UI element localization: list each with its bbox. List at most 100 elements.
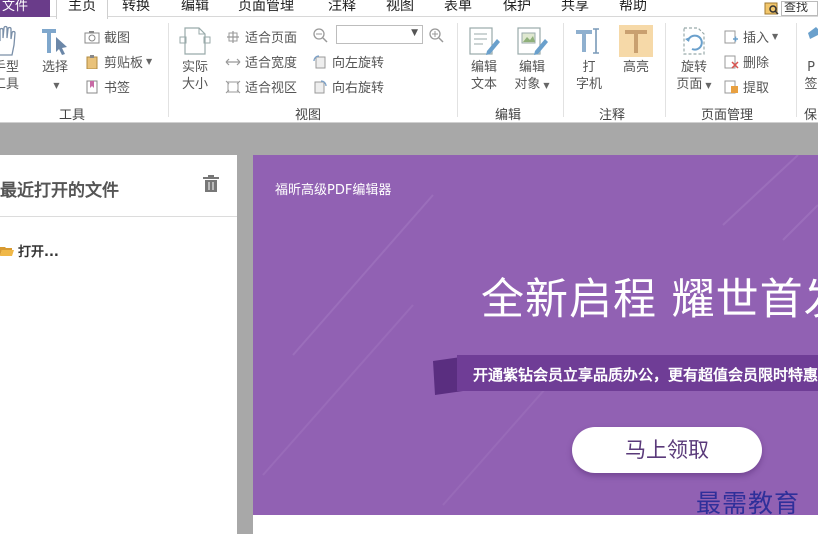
rotate-right-label: 向右旋转 <box>332 81 385 96</box>
select-tool-label: 选择 <box>41 60 68 75</box>
edit-group-divider <box>563 23 564 117</box>
edit-text-label: 编辑 文本 <box>470 60 497 92</box>
screenshot-button[interactable]: 截图 <box>84 27 130 46</box>
typewriter-button[interactable]: 打 字机 <box>572 25 606 93</box>
view-group-label: 视图 <box>294 108 321 123</box>
insert-page-dropdown-arrow[interactable]: ▼ <box>772 32 778 41</box>
banner-tagline: 开通紫钻会员立享品质办公，更有超值会员限时特惠 <box>473 366 818 384</box>
bookmark-button[interactable]: 书签 <box>84 77 130 96</box>
typewriter-label: 打 字机 <box>575 60 602 92</box>
extract-page-label: 提取 <box>743 81 770 96</box>
actual-size-label: 实际 大小 <box>181 60 208 92</box>
insert-page-icon <box>723 30 739 44</box>
extract-page-icon <box>723 80 739 94</box>
tab-home[interactable]: 主页 <box>56 0 108 19</box>
select-dropdown-arrow[interactable]: ▼ <box>53 81 59 90</box>
view-group-divider <box>457 23 458 117</box>
rotate-page-button[interactable]: 旋转 页面 ▼ <box>672 25 716 94</box>
recent-files-header: 最近打开的文件 <box>0 155 237 217</box>
file-menu-tab[interactable]: 文件 <box>0 0 50 17</box>
fit-visible-icon <box>225 80 241 94</box>
tab-protect[interactable]: 保护 <box>503 0 543 17</box>
fit-width-icon <box>225 55 241 69</box>
edit-object-button[interactable]: 编辑 对象 ▼ <box>510 25 554 94</box>
rotate-right-icon <box>312 79 328 94</box>
fit-visible-button[interactable]: 适合视区 <box>225 77 297 96</box>
pdf-sign-label: P 签 <box>804 60 818 92</box>
page-management-group-divider <box>796 23 797 117</box>
fit-page-label: 适合页面 <box>245 31 298 46</box>
open-file-label: 打开... <box>18 245 59 260</box>
search-box[interactable]: 查找 <box>763 0 818 17</box>
zoom-out-icon[interactable] <box>312 27 328 47</box>
promo-banner[interactable]: 福昕高级PDF编辑器 全新启程 耀世首发 开通紫钻会员立享品质办公，更有超值会员… <box>253 155 818 515</box>
fit-page-button[interactable]: 适合页面 <box>225 27 297 46</box>
clipboard-icon <box>84 54 100 69</box>
page-management-group-label: 页面管理 <box>700 108 753 123</box>
rotate-left-button[interactable]: 向左旋转 <box>312 52 384 71</box>
select-tool-button[interactable]: 选择 ▼ <box>38 25 72 94</box>
pdf-sign-icon <box>808 27 818 39</box>
fit-width-button[interactable]: 适合宽度 <box>225 52 297 71</box>
rotate-page-dropdown-arrow[interactable]: ▼ <box>705 81 711 90</box>
trash-icon[interactable] <box>202 175 220 193</box>
extract-page-button[interactable]: 提取 <box>723 77 769 96</box>
tab-form[interactable]: 表单 <box>444 0 484 17</box>
tab-view[interactable]: 视图 <box>386 0 426 17</box>
fit-visible-label: 适合视区 <box>245 81 298 96</box>
rotate-page-icon <box>683 27 705 55</box>
rotate-left-label: 向左旋转 <box>332 56 385 71</box>
claim-now-button[interactable]: 马上领取 <box>572 427 762 473</box>
zoom-level-select[interactable]: ▼ <box>336 25 423 44</box>
highlight-label: 高亮 <box>622 60 649 75</box>
actual-size-icon <box>179 27 211 55</box>
actual-size-button[interactable]: 实际 大小 <box>176 25 214 93</box>
rotate-right-button[interactable]: 向右旋转 <box>312 77 384 96</box>
insert-page-button[interactable]: 插入 ▼ <box>723 27 778 46</box>
search-icon[interactable] <box>763 1 781 16</box>
tab-edit[interactable]: 编辑 <box>181 0 221 17</box>
recent-files-panel: 最近打开的文件 打开... <box>0 155 237 534</box>
document-page: 福昕高级PDF编辑器 全新启程 耀世首发 开通紫钻会员立享品质办公，更有超值会员… <box>253 155 818 534</box>
zoom-dropdown-arrow[interactable]: ▼ <box>411 28 418 38</box>
delete-page-button[interactable]: 删除 <box>723 52 769 71</box>
tools-group-label: 工具 <box>58 108 85 123</box>
clipboard-label: 剪贴板 <box>104 56 144 71</box>
bookmark-icon <box>84 80 100 94</box>
edit-object-dropdown-arrow[interactable]: ▼ <box>543 81 549 90</box>
comment-group-label: 注释 <box>598 108 625 123</box>
search-field[interactable]: 查找 <box>781 1 818 16</box>
folder-open-icon <box>0 245 14 257</box>
banner-brand-name: 福昕高级PDF编辑器 <box>275 183 392 198</box>
tab-comment[interactable]: 注释 <box>328 0 368 17</box>
fit-width-label: 适合宽度 <box>245 56 298 71</box>
watermark-text: 最需教育 <box>696 489 801 518</box>
protect-group-label: 保 <box>804 108 818 123</box>
tab-convert[interactable]: 转换 <box>122 0 162 17</box>
bookmark-label: 书签 <box>104 81 131 96</box>
tab-help[interactable]: 帮助 <box>619 0 659 17</box>
typewriter-icon <box>576 28 599 54</box>
pdf-sign-button[interactable]: P 签 <box>804 25 818 93</box>
camera-icon <box>84 30 100 44</box>
clipboard-dropdown-arrow[interactable]: ▼ <box>146 57 152 66</box>
clipboard-button[interactable]: 剪贴板 ▼ <box>84 52 152 71</box>
highlight-button[interactable]: 高亮 <box>618 25 654 76</box>
hand-tool-button[interactable]: 手型 工具 <box>0 25 24 93</box>
highlight-icon <box>619 25 653 57</box>
open-file-item[interactable]: 打开... <box>0 241 59 260</box>
hand-tool-label: 手型 工具 <box>0 60 19 92</box>
edit-object-label: 编辑 对象 <box>514 60 545 92</box>
tab-page-management[interactable]: 页面管理 <box>238 0 310 17</box>
rotate-left-icon <box>312 54 328 69</box>
select-text-icon <box>42 29 67 55</box>
tab-share[interactable]: 共享 <box>561 0 601 17</box>
edit-object-icon <box>517 27 548 55</box>
insert-page-label: 插入 <box>743 31 770 46</box>
rotate-page-label: 旋转 页面 <box>676 60 707 92</box>
edit-text-button[interactable]: 编辑 文本 <box>464 25 504 93</box>
screenshot-label: 截图 <box>104 31 131 46</box>
menu-tab-bar: 文件 主页 转换 编辑 页面管理 注释 视图 表单 保护 共享 帮助 查找 <box>0 0 818 19</box>
edit-group-label: 编辑 <box>494 108 521 123</box>
zoom-in-icon[interactable] <box>428 27 444 47</box>
